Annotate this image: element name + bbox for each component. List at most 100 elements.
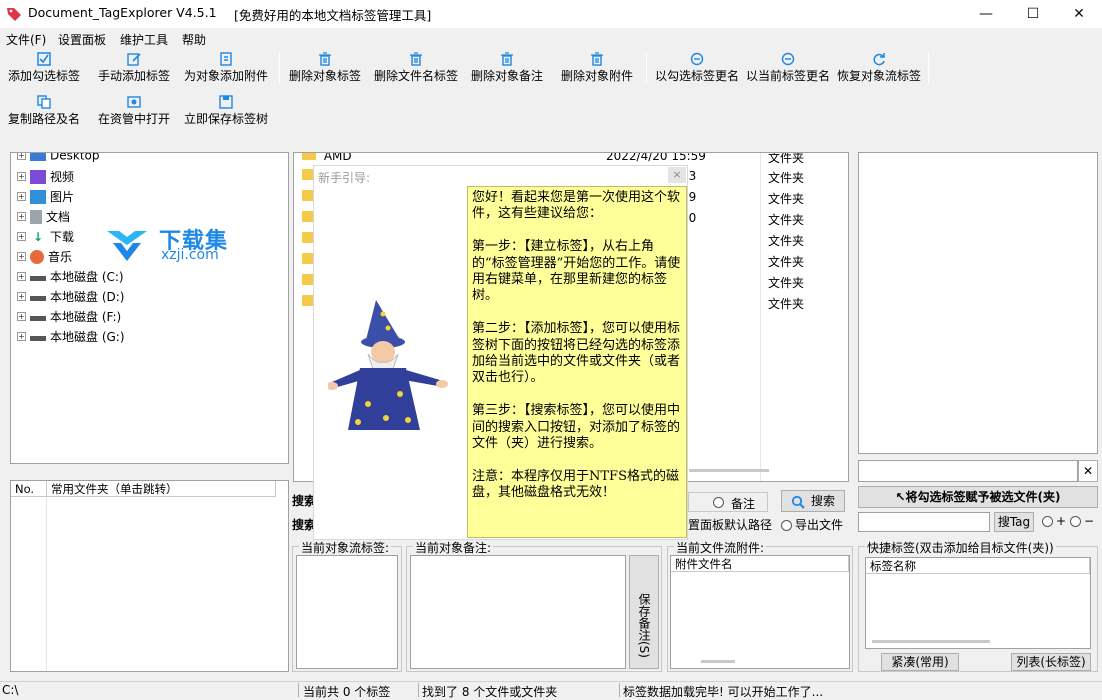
- menu-file[interactable]: 文件(F): [6, 31, 46, 48]
- expand-icon[interactable]: +: [17, 153, 26, 160]
- app-title: Document_TagExplorer V4.5.1: [28, 5, 217, 20]
- picture-icon: [30, 189, 46, 204]
- tag-search-button[interactable]: 搜Tag: [994, 512, 1034, 532]
- drive-icon: [30, 296, 46, 301]
- welcome-dialog[interactable]: 新手引导: × 您好！看起来您是第一次使用这个软件，这有些建议给您： 第一步：【…: [313, 165, 688, 540]
- dialog-paragraph: 第一步：【建立标签】，从右上角的“标签管理器”开始您的工作。请使用右键菜单，在那…: [472, 239, 681, 304]
- expand-icon[interactable]: +: [17, 252, 26, 261]
- drive-icon: [30, 336, 46, 341]
- quick-tags-list[interactable]: 标签名称: [865, 557, 1091, 649]
- menu-help[interactable]: 帮助: [182, 31, 206, 48]
- tree-item-videos[interactable]: + 视频: [17, 168, 74, 186]
- manual-add-tag-button[interactable]: 手动添加标签: [96, 52, 172, 84]
- radio-icon[interactable]: [1070, 516, 1081, 527]
- maximize-button[interactable]: ☐: [1010, 0, 1056, 28]
- toolbar-separator: [928, 53, 929, 83]
- status-divider: [298, 683, 299, 697]
- tree-item-documents[interactable]: + 文档: [17, 208, 70, 226]
- rename-by-checked-tag-button[interactable]: 以勾选标签更名: [653, 52, 741, 84]
- minimize-button[interactable]: —: [963, 0, 1009, 28]
- tree-item-pictures[interactable]: + 图片: [17, 188, 74, 206]
- dialog-close-button[interactable]: ×: [668, 167, 686, 183]
- tree-item-desktop[interactable]: + Desktop: [17, 153, 100, 166]
- note-radio[interactable]: 备注: [688, 492, 768, 512]
- tree-item-music[interactable]: + 音乐: [17, 248, 72, 266]
- tag-remove-radio[interactable]: −: [1070, 514, 1094, 528]
- attachments-list[interactable]: 附件文件名: [670, 555, 850, 669]
- expand-icon[interactable]: +: [17, 312, 26, 321]
- save-note-button[interactable]: 保存备注(S): [629, 555, 659, 669]
- status-path: C:\: [2, 683, 19, 697]
- expand-icon[interactable]: +: [17, 332, 26, 341]
- tag-app-icon: [7, 8, 21, 21]
- expand-icon[interactable]: +: [17, 192, 26, 201]
- drive-icon: [30, 276, 46, 281]
- tag-add-radio[interactable]: +: [1042, 514, 1066, 528]
- expand-icon[interactable]: +: [17, 272, 26, 281]
- radio-icon[interactable]: [781, 520, 792, 531]
- menu-settings[interactable]: 设置面板: [58, 31, 106, 48]
- refresh-icon: [873, 53, 885, 66]
- tag-tree-panel[interactable]: [858, 152, 1098, 454]
- delete-object-note-button[interactable]: 删除对象备注: [469, 52, 545, 84]
- folder-tree-panel[interactable]: + Desktop + 视频 + 图片 + 文档 + ↓ 下载 + 音乐 + 本地磁盘 (C:)…: [10, 152, 289, 464]
- tree-item-drive-f[interactable]: + 本地磁盘 (F:): [17, 308, 121, 326]
- favorites-panel[interactable]: No. 常用文件夹（单击跳转）: [10, 480, 289, 672]
- copy-path-button[interactable]: 复制路径及名: [6, 95, 82, 127]
- status-tag-count: 当前共 0 个标签: [303, 685, 391, 699]
- checkbox-icon: [37, 52, 51, 66]
- horizontal-scrollbar[interactable]: [872, 640, 990, 643]
- note-textarea[interactable]: [410, 555, 626, 669]
- title-bar[interactable]: Document_TagExplorer V4.5.1 [免费好用的本地文档标签…: [0, 0, 1102, 28]
- quick-tags-group: 快捷标签(双击添加给目标文件(夹)) 标签名称 紧凑(常用) 列表(长标签): [858, 539, 1098, 672]
- export-radio[interactable]: 导出文件: [781, 516, 843, 533]
- add-attachment-button[interactable]: 为对象添加附件: [182, 52, 270, 84]
- restore-flow-tag-button[interactable]: 恢复对象流标签: [835, 52, 923, 84]
- default-path-label[interactable]: 置面板默认路径: [688, 516, 772, 533]
- menu-bar: 文件(F) 设置面板 维护工具 帮助: [0, 28, 1102, 48]
- delete-object-tag-button[interactable]: 删除对象标签: [287, 52, 363, 84]
- search-button[interactable]: 搜索: [781, 490, 845, 512]
- status-message: 标签数据加载完毕! 可以开始工作了...: [623, 685, 824, 699]
- add-checked-tag-button[interactable]: 添加勾选标签: [6, 52, 82, 84]
- expand-icon[interactable]: +: [17, 232, 26, 241]
- compact-view-button[interactable]: 紧凑(常用): [881, 653, 959, 671]
- dialog-paragraph: 第三步：【搜索标签】，您可以使用中间的搜索入口按钮，对添加了标签的文件（夹）进行…: [472, 403, 681, 452]
- tree-item-downloads[interactable]: + ↓ 下载: [17, 228, 74, 246]
- expand-icon[interactable]: +: [17, 172, 26, 181]
- expand-icon[interactable]: +: [17, 212, 26, 221]
- expand-icon[interactable]: +: [17, 292, 26, 301]
- menu-maintenance[interactable]: 维护工具: [120, 31, 168, 48]
- video-icon: [30, 169, 46, 184]
- attachments-col-name[interactable]: 附件文件名: [671, 556, 849, 572]
- delete-object-attachment-button[interactable]: 删除对象附件: [559, 52, 635, 84]
- clear-filter-button[interactable]: ✕: [1078, 460, 1098, 482]
- radio-icon[interactable]: [1042, 516, 1053, 527]
- attachments-group: 当前文件流附件: 附件文件名: [667, 539, 853, 672]
- close-button[interactable]: ✕: [1056, 0, 1102, 28]
- toolbar-separator: [646, 53, 647, 83]
- horizontal-scrollbar[interactable]: [689, 469, 769, 472]
- horizontal-scrollbar[interactable]: [701, 660, 735, 663]
- tag-filter-input[interactable]: [858, 460, 1078, 482]
- tree-item-drive-g[interactable]: + 本地磁盘 (G:): [17, 328, 125, 346]
- open-in-explorer-button[interactable]: 在资管中打开: [96, 95, 172, 127]
- tree-item-drive-c[interactable]: + 本地磁盘 (C:): [17, 268, 124, 286]
- tag-search-input[interactable]: [858, 512, 990, 532]
- dialog-title: 新手引导:: [318, 171, 371, 185]
- desktop-icon: [30, 153, 46, 161]
- save-tag-tree-button[interactable]: 立即保存标签树: [182, 95, 270, 127]
- rename-by-current-tag-button[interactable]: 以当前标签更名: [744, 52, 832, 84]
- favorites-col-no[interactable]: No.: [11, 481, 47, 497]
- assign-tags-button[interactable]: ↖将勾选标签赋予被选文件(夹): [858, 486, 1098, 508]
- copy-icon: [37, 95, 51, 109]
- favorites-col-name[interactable]: 常用文件夹（单击跳转）: [47, 481, 276, 497]
- tree-item-drive-d[interactable]: + 本地磁盘 (D:): [17, 288, 124, 306]
- delete-filename-tag-button[interactable]: 删除文件名标签: [372, 52, 460, 84]
- list-view-button[interactable]: 列表(长标签): [1011, 653, 1091, 671]
- trash-icon: [501, 52, 513, 66]
- radio-icon[interactable]: [713, 497, 724, 508]
- quick-tags-col-name[interactable]: 标签名称: [866, 558, 1090, 574]
- flow-tags-list[interactable]: [296, 555, 398, 669]
- wizard-mascot-icon: [328, 300, 448, 430]
